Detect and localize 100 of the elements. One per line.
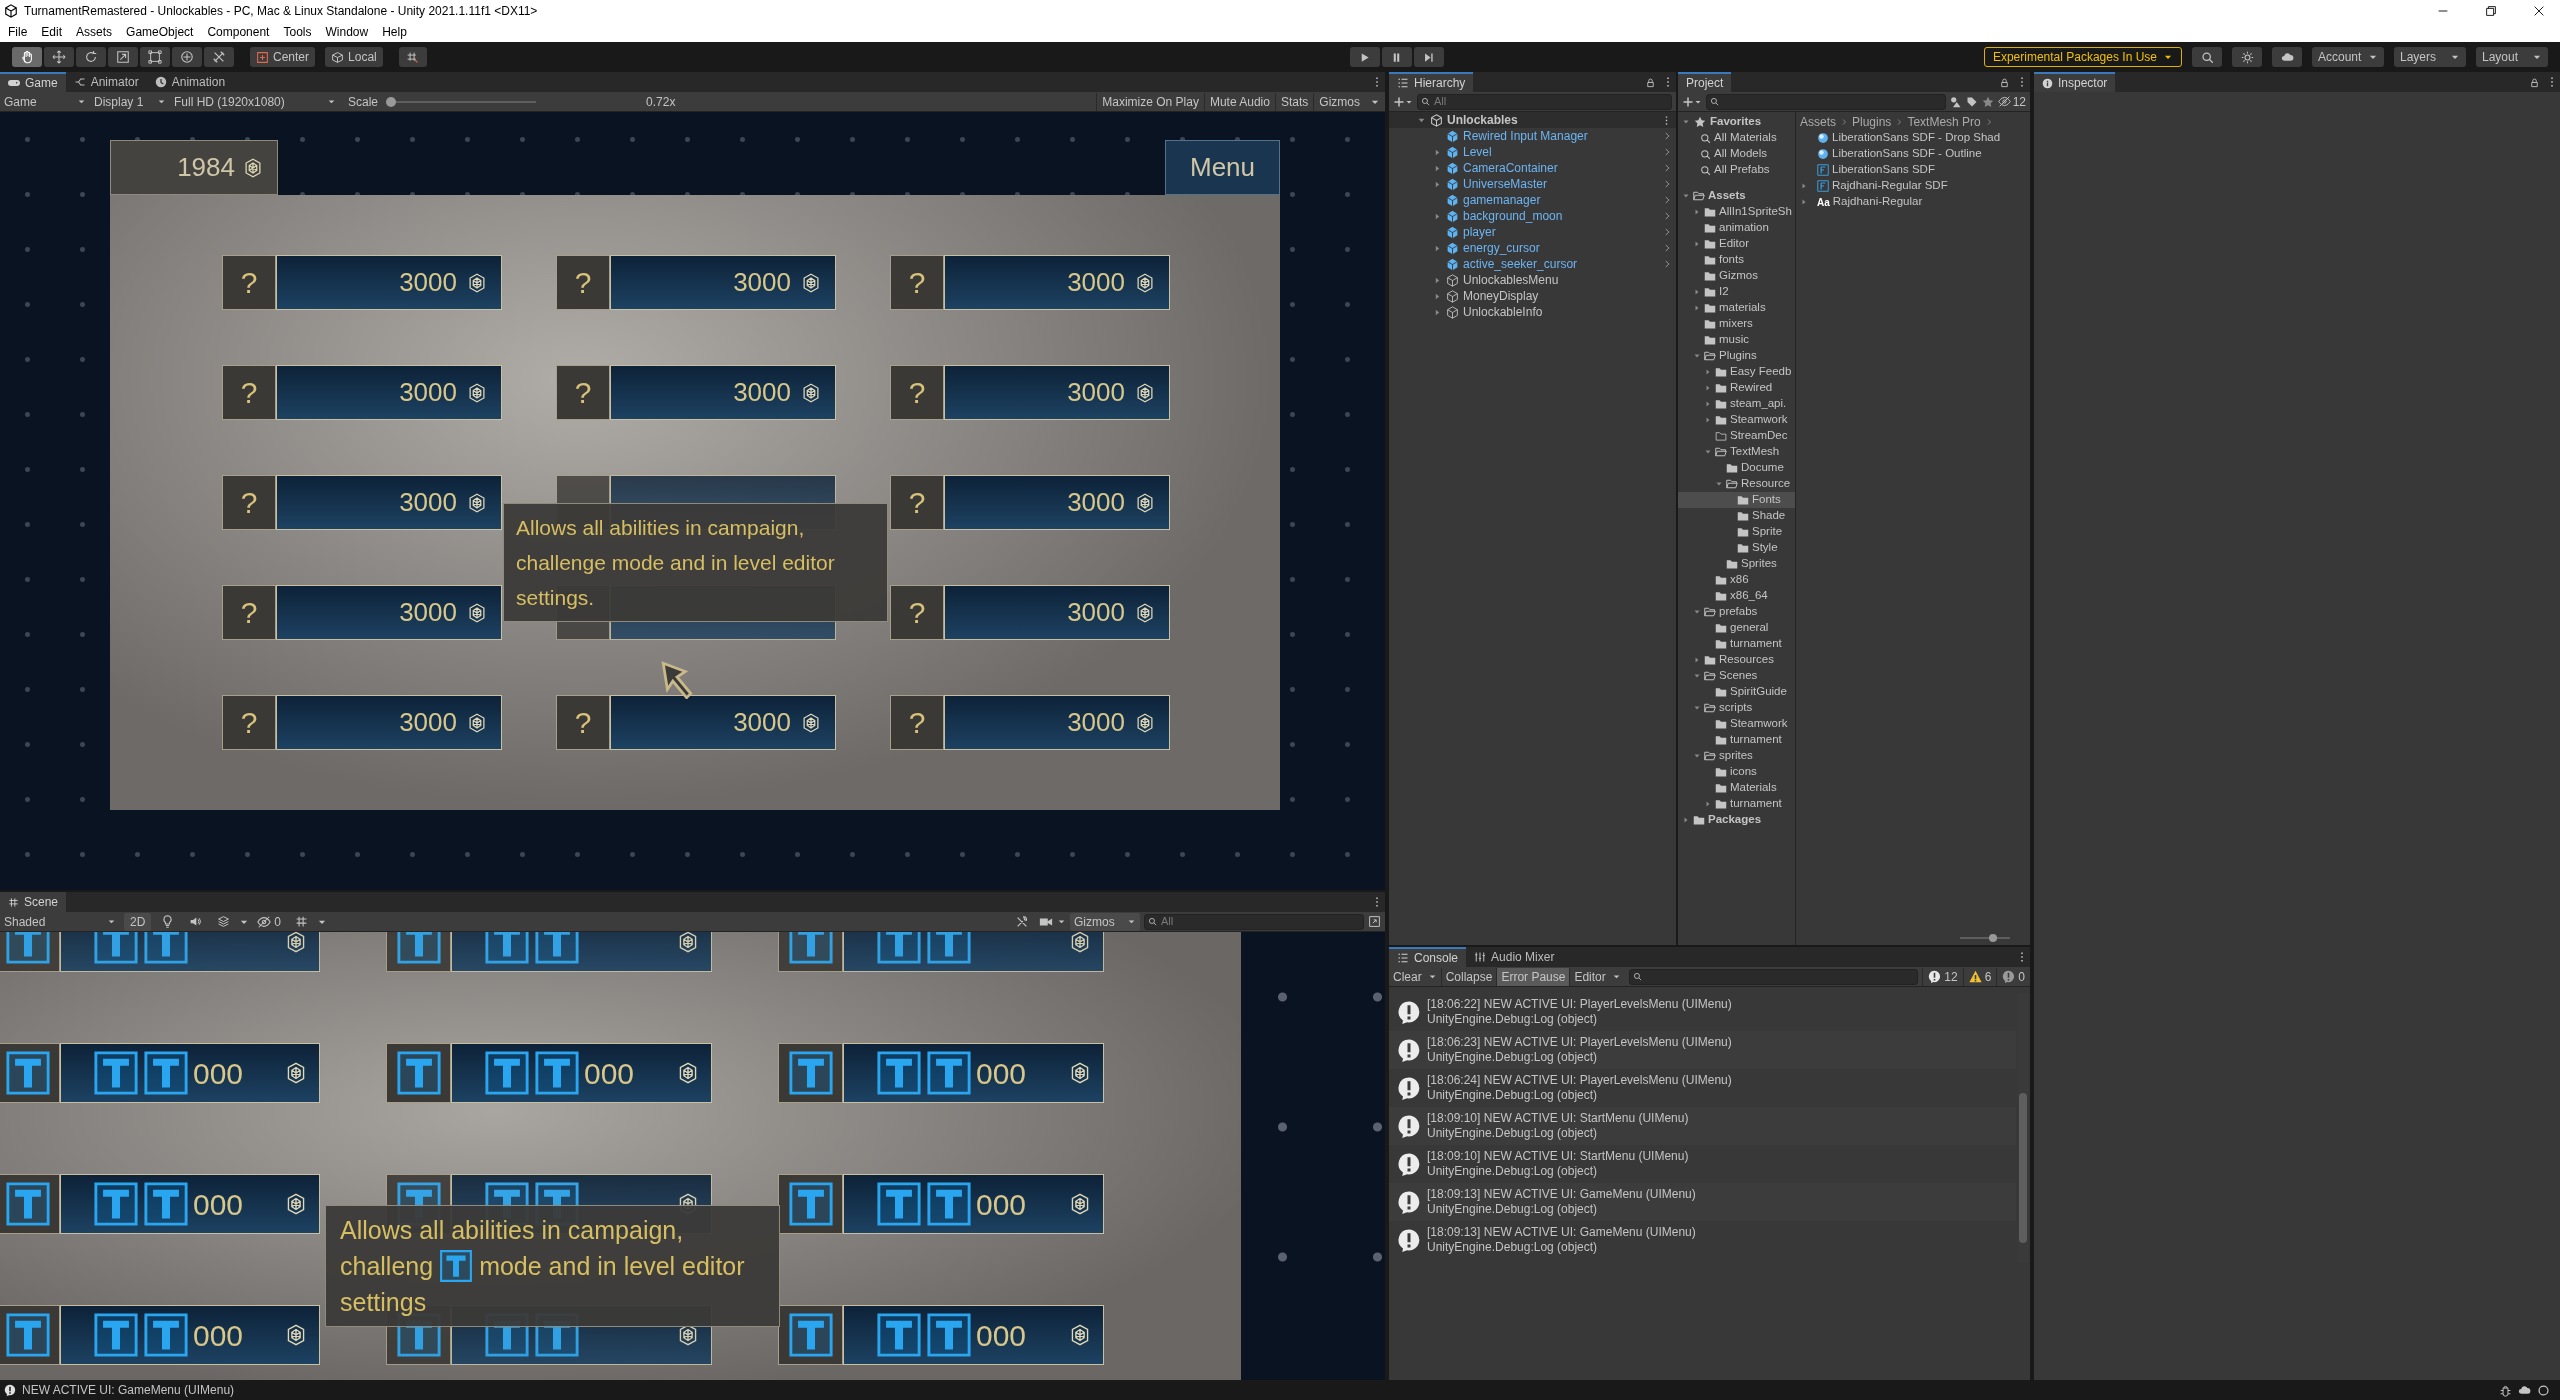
price-tag[interactable]: 3000: [944, 695, 1170, 750]
tool-button[interactable]: [172, 47, 202, 67]
panel-tab[interactable]: Project: [1678, 72, 1732, 92]
hierarchy-item[interactable]: energy_cursor: [1389, 240, 1676, 256]
breadcrumb-item[interactable]: Assets: [1800, 113, 1836, 131]
hierarchy-item[interactable]: Rewired Input Manager: [1389, 128, 1676, 144]
unlock-slot[interactable]: ?: [556, 695, 610, 750]
display-dropdown[interactable]: Display 1: [90, 92, 170, 111]
price-tag[interactable]: 3000: [610, 255, 836, 310]
shading-dropdown[interactable]: Shaded: [0, 912, 120, 931]
tool-button[interactable]: [12, 47, 42, 67]
collapsed-arrow-icon[interactable]: [1433, 211, 1442, 221]
collapsed-arrow-icon[interactable]: [1433, 243, 1442, 253]
expanded-arrow-icon[interactable]: [1693, 704, 1701, 712]
search-button[interactable]: [2192, 47, 2222, 67]
view-option-button[interactable]: Maximize On Play: [1096, 92, 1204, 111]
folder-item[interactable]: Style: [1678, 540, 1795, 556]
unlock-slot[interactable]: ?: [890, 695, 944, 750]
favorite-item[interactable]: All Models: [1678, 146, 1795, 162]
panel-tab[interactable]: Animator: [65, 72, 147, 92]
expanded-arrow-icon[interactable]: [1715, 480, 1723, 488]
price-tag[interactable]: 000: [60, 1174, 320, 1234]
price-tag[interactable]: 000: [60, 1043, 320, 1103]
hierarchy-item[interactable]: gamemanager: [1389, 192, 1676, 208]
unlock-slot[interactable]: ?: [556, 365, 610, 420]
folder-item[interactable]: Sprite: [1678, 524, 1795, 540]
panel-tab[interactable]: Scene: [0, 892, 67, 912]
folder-item[interactable]: materials: [1678, 300, 1795, 316]
log-entry[interactable]: [18:06:23] NEW ACTIVE UI: PlayerLevelsMenu (UIMenu) UnityEngine.Debug:Log (object): [1389, 1031, 2016, 1069]
folder-item[interactable]: Materials: [1678, 780, 1795, 796]
folder-item[interactable]: I2: [1678, 284, 1795, 300]
hierarchy-item[interactable]: UnlockableInfo: [1389, 304, 1676, 320]
view-option-button[interactable]: Mute Audio: [1203, 92, 1275, 111]
hierarchy-item[interactable]: player: [1389, 224, 1676, 240]
scene-header[interactable]: Unlockables: [1389, 112, 1676, 128]
folder-item[interactable]: icons: [1678, 764, 1795, 780]
price-tag[interactable]: 000: [60, 1305, 320, 1365]
asset-item[interactable]: LiberationSans SDF - Outline: [1800, 146, 2030, 162]
hierarchy-item[interactable]: UnlockablesMenu: [1389, 272, 1676, 288]
tools-icon[interactable]: [1015, 914, 1029, 929]
search-field[interactable]: [1706, 93, 1946, 110]
layers-dropdown[interactable]: Layers: [2394, 47, 2466, 67]
clear-button[interactable]: Clear: [1389, 967, 1441, 986]
collapsed-arrow-icon[interactable]: [1693, 240, 1701, 248]
hierarchy-item[interactable]: MoneyDisplay: [1389, 288, 1676, 304]
price-tag[interactable]: 3000: [276, 365, 502, 420]
favorite-item[interactable]: All Materials: [1678, 130, 1795, 146]
unlock-slot[interactable]: [778, 1305, 843, 1365]
folder-item[interactable]: Shade: [1678, 508, 1795, 524]
lock-icon[interactable]: [2529, 77, 2540, 88]
price-tag[interactable]: 3000: [944, 475, 1170, 530]
hierarchy-item[interactable]: active_seeker_cursor: [1389, 256, 1676, 272]
hierarchy-item[interactable]: background_moon: [1389, 208, 1676, 224]
add-button[interactable]: [1682, 95, 1702, 108]
expanded-arrow-icon[interactable]: [1682, 118, 1690, 126]
price-tag[interactable]: 3000: [276, 695, 502, 750]
expanded-arrow-icon[interactable]: [1704, 448, 1712, 456]
folder-item[interactable]: Scenes: [1678, 668, 1795, 684]
asset-item[interactable]: LiberationSans SDF - Drop Shad: [1800, 130, 2030, 146]
experimental-packages-button[interactable]: Experimental Packages In Use: [1983, 47, 2182, 67]
folder-item[interactable]: x86: [1678, 572, 1795, 588]
menu-item[interactable]: Component: [207, 23, 270, 41]
favorites-header[interactable]: Favorites: [1678, 114, 1795, 130]
account-dropdown[interactable]: Account: [2312, 47, 2384, 67]
folder-item[interactable]: mixers: [1678, 316, 1795, 332]
tool-button[interactable]: [44, 47, 74, 67]
log-count-toggle[interactable]: 6: [1962, 967, 1997, 986]
search-field[interactable]: All: [1417, 93, 1672, 110]
view-option-button[interactable]: Stats: [1274, 92, 1314, 111]
collapsed-arrow-icon[interactable]: [1704, 800, 1712, 808]
price-tag[interactable]: 000: [843, 1043, 1104, 1103]
play-button[interactable]: [1349, 47, 1380, 67]
gizmos-dropdown[interactable]: Gizmos: [1070, 912, 1140, 931]
hierarchy-item[interactable]: CameraContainer: [1389, 160, 1676, 176]
price-tag[interactable]: 3000: [944, 365, 1170, 420]
folder-item[interactable]: Sprites: [1678, 556, 1795, 572]
tool-button[interactable]: [76, 47, 106, 67]
menu-item[interactable]: Assets: [76, 23, 113, 41]
panel-tab[interactable]: Console: [1389, 947, 1467, 967]
folder-item[interactable]: scripts: [1678, 700, 1795, 716]
unlock-slot[interactable]: ?: [890, 585, 944, 640]
folder-item[interactable]: animation: [1678, 220, 1795, 236]
price-tag[interactable]: 000: [451, 1043, 712, 1103]
slider-thumb[interactable]: [1989, 934, 1998, 942]
scrollbar-thumb[interactable]: [2019, 1093, 2027, 1243]
hidden-objects-toggle[interactable]: 0: [253, 912, 286, 931]
lock-icon[interactable]: [1645, 77, 1656, 88]
price-tag[interactable]: 000: [843, 1174, 1104, 1234]
price-tag[interactable]: 3000: [276, 475, 502, 530]
folder-item[interactable]: prefabs: [1678, 604, 1795, 620]
panel-tab[interactable]: Audio Mixer: [1466, 947, 1563, 967]
price-tag[interactable]: 3000: [944, 255, 1170, 310]
bug-icon[interactable]: [2499, 1383, 2512, 1397]
folder-item[interactable]: steam_api.: [1678, 396, 1795, 412]
hierarchy-item[interactable]: Level: [1389, 144, 1676, 160]
view-mode-dropdown[interactable]: Game: [0, 92, 90, 111]
folder-item[interactable]: Assets: [1678, 188, 1795, 204]
collapsed-arrow-icon[interactable]: [1693, 656, 1701, 664]
breadcrumb-item[interactable]: Plugins: [1852, 113, 1892, 131]
unlock-slot[interactable]: ?: [222, 365, 276, 420]
